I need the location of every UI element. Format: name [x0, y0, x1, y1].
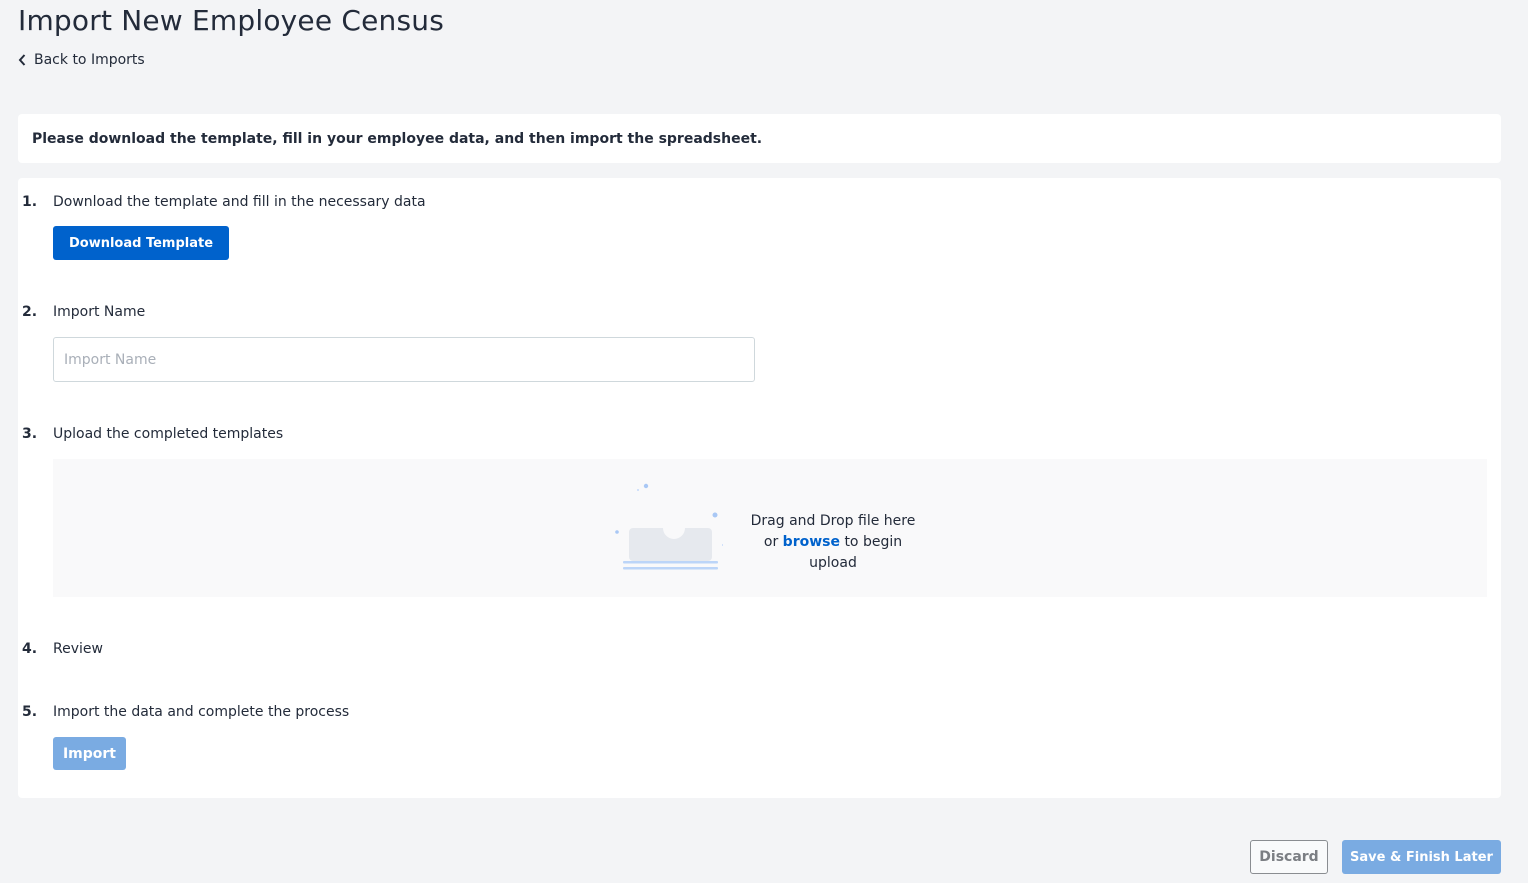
dropzone-prefix: or — [763, 534, 779, 550]
steps-card: 1. Download the template and fill in the… — [18, 178, 1501, 798]
step-3-number: 3. — [22, 426, 38, 442]
step-1-number: 1. — [22, 194, 38, 210]
step-2-number: 2. — [22, 304, 38, 320]
browse-link[interactable]: browse — [783, 534, 840, 550]
instructions-notice: Please download the template, fill in yo… — [18, 114, 1501, 163]
step-5-label: Import the data and complete the process — [53, 704, 350, 720]
step-2-label: Import Name — [53, 304, 146, 320]
save-finish-later-button[interactable]: Save & Finish Later — [1342, 840, 1501, 874]
discard-button[interactable]: Discard — [1250, 840, 1328, 874]
dropzone-text: Drag and Drop file here or browse to beg… — [738, 511, 928, 574]
dropzone-line-1: Drag and Drop file here — [750, 513, 916, 529]
back-link-label: Back to Imports — [34, 52, 145, 68]
back-to-imports-link[interactable]: Back to Imports — [18, 52, 145, 68]
chevron-left-icon — [18, 54, 26, 66]
step-4-label: Review — [53, 641, 103, 657]
file-dropzone[interactable]: Drag and Drop file here or browse to beg… — [53, 459, 1487, 597]
dropzone-line-2: or browse to begin upload — [738, 532, 928, 574]
step-5-number: 5. — [22, 704, 38, 720]
import-name-input[interactable] — [53, 337, 755, 382]
import-button[interactable]: Import — [53, 737, 126, 770]
page-title: Import New Employee Census — [18, 4, 445, 37]
step-3-label: Upload the completed templates — [53, 426, 284, 442]
download-template-button[interactable]: Download Template — [53, 226, 229, 260]
step-4-number: 4. — [22, 641, 38, 657]
step-1-label: Download the template and fill in the ne… — [53, 194, 426, 210]
upload-tray-icon — [615, 483, 723, 570]
